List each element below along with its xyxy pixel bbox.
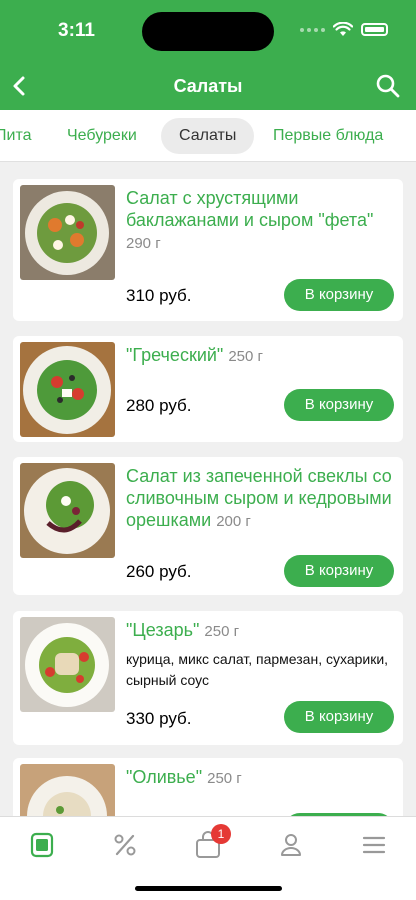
product-name: "Греческий" (126, 345, 224, 365)
dynamic-island (142, 12, 274, 51)
tabbar-profile-button[interactable] (275, 829, 307, 861)
product-title[interactable]: Салат с хрустящими баклажанами и сыром "… (126, 187, 393, 255)
product-price: 260 руб. (126, 562, 192, 581)
hamburger-menu-icon (362, 836, 386, 854)
product-card[interactable]: "Греческий" 250 г 280 руб. В корзину (13, 336, 403, 442)
product-price: 330 руб. (126, 709, 192, 728)
tab-first-courses[interactable]: Первые блюда (273, 118, 383, 154)
menu-home-icon (30, 832, 54, 858)
tab-salads[interactable]: Салаты (161, 118, 255, 154)
add-to-cart-button[interactable]: В корзину (284, 701, 394, 733)
product-name: Салат с хрустящими баклажанами и сыром "… (126, 188, 374, 230)
product-title[interactable]: "Греческий" 250 г (126, 344, 393, 368)
tab-pita[interactable]: Пита (0, 118, 31, 154)
product-description: курица, микс салат, пармезан, сухарики, … (126, 651, 389, 688)
tabbar-menu-button[interactable] (26, 829, 58, 861)
status-bar: 3:11 (0, 0, 416, 62)
wifi-icon (333, 22, 353, 36)
status-icons (300, 22, 388, 37)
product-image (20, 185, 115, 280)
nav-bar: Салаты (0, 62, 416, 110)
product-image (20, 764, 115, 816)
product-image (20, 463, 115, 558)
product-image (20, 342, 115, 437)
search-icon (376, 74, 400, 98)
product-card[interactable]: Салат с хрустящими баклажанами и сыром "… (13, 179, 403, 321)
product-price: 310 руб. (126, 286, 192, 305)
product-name: "Оливье" (126, 767, 203, 787)
tabbar-more-button[interactable] (358, 829, 390, 861)
product-weight: 290 г (126, 235, 161, 252)
page-title: Салаты (173, 76, 243, 96)
product-name: "Цезарь" (126, 620, 200, 640)
bottom-tab-bar: 1 (0, 816, 416, 900)
search-button[interactable] (374, 72, 402, 100)
add-to-cart-button[interactable]: В корзину (284, 279, 394, 311)
product-card[interactable]: "Оливье" 250 г (13, 758, 403, 816)
product-title[interactable]: Салат из запеченной свеклы со сливочным … (126, 465, 393, 533)
product-title[interactable]: "Цезарь" 250 г (126, 619, 393, 643)
product-price: 280 руб. (126, 396, 192, 415)
product-name: Салат из запеченной свеклы со сливочным … (126, 466, 392, 530)
product-weight: 200 г (216, 513, 251, 530)
percent-icon (114, 834, 136, 856)
add-to-cart-button[interactable]: В корзину (284, 389, 394, 421)
product-weight: 250 г (207, 770, 242, 787)
cart-badge: 1 (211, 824, 231, 844)
profile-icon (281, 834, 301, 856)
product-card[interactable]: "Цезарь" 250 г курица, микс салат, парме… (13, 611, 403, 745)
tab-chebureki[interactable]: Чебуреки (67, 118, 137, 154)
add-to-cart-button[interactable]: В корзину (284, 555, 394, 587)
product-list: Салат с хрустящими баклажанами и сыром "… (0, 163, 416, 816)
product-title[interactable]: "Оливье" 250 г (126, 766, 393, 790)
tabbar-promo-button[interactable] (109, 829, 141, 861)
signal-icon (300, 27, 325, 32)
category-tabs: Пита Чебуреки Салаты Первые блюда (0, 110, 416, 162)
status-time: 3:11 (58, 20, 95, 41)
product-weight: 250 г (228, 348, 263, 365)
home-indicator (135, 886, 282, 891)
battery-icon (361, 23, 388, 36)
product-image (20, 617, 115, 712)
product-card[interactable]: Салат из запеченной свеклы со сливочным … (13, 457, 403, 595)
product-weight: 250 г (204, 623, 240, 640)
